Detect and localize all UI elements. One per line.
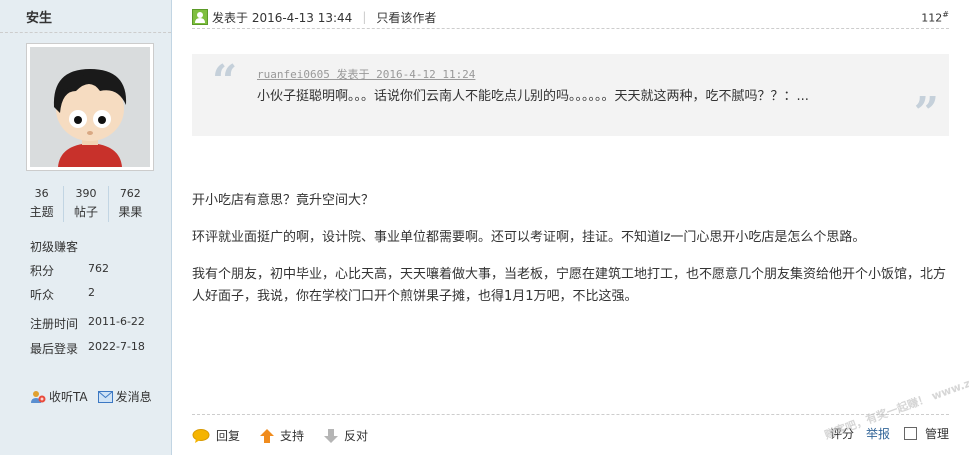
quote-text: 小伙子挺聪明啊。。。话说你们云南人不能吃点儿别的吗。。。。。。天天就这两种，吃不… (257, 89, 809, 104)
follow-button[interactable]: 收听TA (30, 388, 88, 405)
reply-label: 回复 (216, 429, 241, 443)
message-button[interactable]: 发消息 (97, 388, 152, 405)
listeners-row: 听众 2 (30, 286, 95, 303)
avatar[interactable] (26, 43, 154, 171)
stat-label: 帖子 (73, 205, 98, 219)
envelope-icon (97, 390, 113, 403)
floor-value: 112 (921, 11, 943, 25)
support-button[interactable]: 支持 (260, 427, 304, 444)
post-paragraph: 环评就业面挺广的啊，设计院、事业单位都需要啊。还可以考证啊，挂证。不知道lz一门… (192, 230, 866, 245)
arrow-down-icon (324, 428, 339, 443)
quote-meta[interactable]: ruanfei0605 发表于 2016-4-12 11:24 (257, 66, 475, 82)
stat-topics[interactable]: 36 主题 (20, 186, 65, 222)
floor-number[interactable]: 112# (921, 10, 949, 25)
post-content: 开小吃店有意思？竟升空间大？ 环评就业面挺广的啊，设计院、事业单位都需要啊。还可… (192, 190, 947, 323)
post-paragraph: 我有个朋友，初中毕业，心比天高，天天嚷着做大事，当老板，宁愿在建筑工地打工，也不… (192, 267, 947, 304)
only-author-link[interactable]: 只看该作者 (376, 9, 436, 26)
register-value: 2011-6-22 (88, 315, 145, 328)
message-label: 发消息 (115, 390, 152, 404)
stat-label: 果果 (118, 205, 143, 219)
post-paragraph: 开小吃店有意思？竟升空间大？ (192, 193, 375, 208)
quote-block: “ ruanfei0605 发表于 2016-4-12 11:24 小伙子挺聪明… (192, 54, 949, 136)
post-header: 发表于 2016-4-13 13:44 | 只看该作者 112# (192, 6, 949, 29)
last-login-label: 最后登录 (30, 342, 79, 356)
stat-points[interactable]: 762 果果 (109, 186, 152, 222)
last-login-row: 最后登录 2022-7-18 (30, 340, 145, 357)
listeners-value[interactable]: 2 (88, 286, 95, 303)
reply-button[interactable]: 回复 (192, 427, 240, 444)
register-label: 注册时间 (30, 317, 79, 331)
user-stats: 36 主题 390 帖子 762 果果 (20, 186, 152, 222)
quote-close-icon: ” (913, 88, 939, 139)
username[interactable]: 安生 (26, 7, 52, 26)
user-sidebar: 安生 36 主题 390 帖子 762 果果 初级赚客 积分 762 听众 2 … (0, 0, 172, 455)
report-link[interactable]: 举报 (866, 425, 890, 442)
reply-icon (192, 428, 210, 443)
support-label: 支持 (280, 429, 305, 443)
stat-posts[interactable]: 390 帖子 (64, 186, 109, 222)
user-level[interactable]: 初级赚客 (30, 238, 78, 255)
last-login-value: 2022-7-18 (88, 340, 145, 353)
points-row: 积分 762 (30, 262, 109, 279)
manage-label: 管理 (924, 427, 949, 441)
header-divider: | (362, 10, 367, 24)
points-value: 762 (88, 262, 109, 275)
follow-label: 收听TA (49, 390, 88, 404)
stat-value: 762 (119, 187, 141, 200)
stat-value: 390 (75, 187, 97, 200)
register-row: 注册时间 2011-6-22 (30, 315, 145, 332)
follow-icon (31, 390, 46, 403)
post-main: 发表于 2016-4-13 13:44 | 只看该作者 112# “ ruanf… (172, 0, 969, 455)
oppose-button[interactable]: 反对 (324, 427, 368, 444)
points-label: 积分 (30, 264, 55, 278)
floor-mark: # (942, 10, 949, 19)
avatar-image (30, 47, 150, 167)
listeners-label: 听众 (30, 288, 55, 302)
stat-label: 主题 (29, 205, 54, 219)
username-bar: 安生 (0, 0, 171, 33)
post-actions: 回复 支持 反对 (192, 427, 388, 444)
post-date: 发表于 2016-4-13 13:44 (212, 10, 353, 25)
oppose-label: 反对 (344, 429, 369, 443)
online-status-icon (192, 9, 208, 25)
quote-open-icon: “ (212, 56, 238, 107)
manage-checkbox[interactable] (903, 427, 917, 440)
user-actions: 收听TA 发消息 (30, 388, 162, 405)
arrow-up-icon (260, 428, 275, 443)
stat-value: 36 (34, 187, 49, 200)
